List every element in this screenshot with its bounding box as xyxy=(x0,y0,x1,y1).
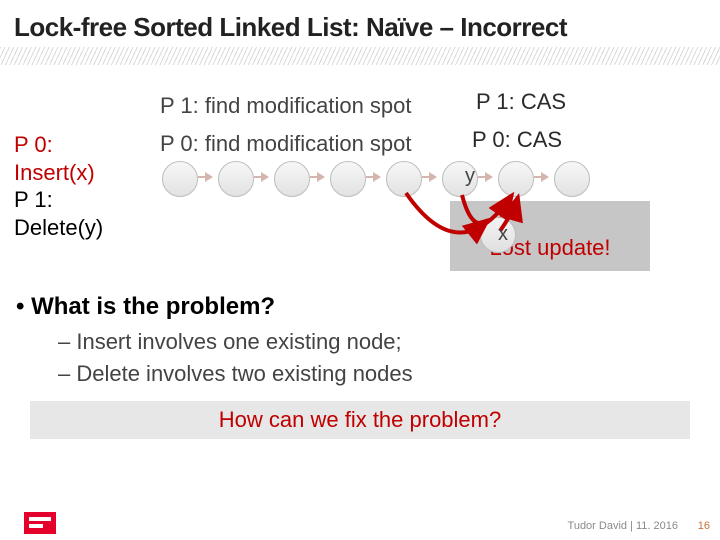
slide-title: Lock-free Sorted Linked List: Naïve – In… xyxy=(0,0,720,47)
p1-find-annotation: P 1: find modification spot xyxy=(160,93,412,119)
x-label: x xyxy=(498,223,508,246)
p0-label: P 0: xyxy=(14,131,144,159)
p1-cas-annotation: P 1: CAS xyxy=(476,89,566,115)
p0-operation: Insert(x) xyxy=(14,159,144,187)
y-label: y xyxy=(465,165,475,188)
problem-question: • What is the problem? xyxy=(16,293,275,321)
bullet-delete: – Delete involves two existing nodes xyxy=(58,361,413,387)
page-number: 16 xyxy=(698,520,710,532)
bullet-insert: – Insert involves one existing node; xyxy=(58,329,402,355)
content-area: P 0: Insert(x) P 1: Delete(y) P 1: CAS P… xyxy=(0,65,720,465)
fix-question: How can we fix the problem? xyxy=(219,407,501,433)
p1-operation: Delete(y) xyxy=(14,214,144,242)
cas-arrows xyxy=(162,161,602,281)
epfl-logo xyxy=(24,512,56,534)
p0-find-annotation: P 0: find modification spot xyxy=(160,131,412,157)
hatch-separator xyxy=(0,47,720,65)
p0-cas-annotation: P 0: CAS xyxy=(472,127,562,153)
operations-legend: P 0: Insert(x) P 1: Delete(y) xyxy=(14,131,144,241)
fix-question-bar: How can we fix the problem? xyxy=(30,401,690,439)
p1-label: P 1: xyxy=(14,186,144,214)
footer-credit: Tudor David | 11. 2016 xyxy=(568,520,678,532)
